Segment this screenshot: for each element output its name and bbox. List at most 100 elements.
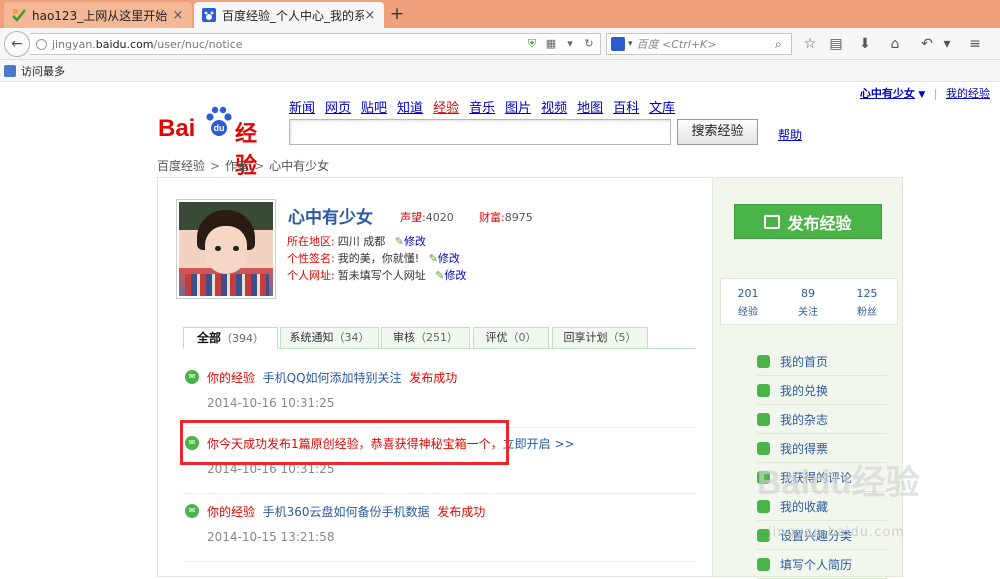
chart-icon (757, 442, 770, 455)
back-button[interactable]: ← (4, 31, 30, 57)
tab-title: 百度经验_个人中心_我的系... (222, 8, 364, 23)
sidebar-item-home[interactable]: 我的首页 (757, 348, 887, 376)
star-icon (757, 500, 770, 513)
nav-zhidao[interactable]: 知道 (397, 97, 423, 116)
stat-following[interactable]: 89 关注 (783, 287, 833, 318)
notice-text: 你的经验 (207, 371, 256, 385)
search-icon[interactable]: ⌕ (775, 37, 791, 52)
magazine-icon (757, 413, 770, 426)
sidebar-item-interests[interactable]: 设置兴趣分类 (757, 522, 887, 550)
sidebar-item-votes[interactable]: 我的得票 (757, 435, 887, 463)
close-tab-icon[interactable]: × (172, 8, 184, 23)
nav-music[interactable]: 音乐 (469, 97, 495, 116)
breadcrumb-author[interactable]: 作者 (225, 159, 249, 173)
address-url: jingyan.baidu.com/user/nuc/notice (52, 37, 243, 51)
address-bar[interactable]: jingyan.baidu.com/user/nuc/notice ⛨ ▦ ▾ … (30, 33, 601, 55)
bookmark-most-visited[interactable]: 访问最多 (21, 63, 65, 79)
breadcrumb: 百度经验 > 作者 > 心中有少女 (157, 157, 329, 174)
browser-tab-strip: hao123_上网从这里开始 × 百度经验_个人中心_我的系... × + (0, 0, 1000, 28)
sidebar-item-comments[interactable]: 我获得的评论 (757, 464, 887, 492)
reading-list-icon[interactable]: ▤ (826, 34, 846, 54)
globe-icon (36, 38, 47, 50)
breadcrumb-home[interactable]: 百度经验 (157, 159, 205, 173)
notice-article-link[interactable]: 手机360云盘如何备份手机数据 (263, 505, 430, 519)
bookmark-star-icon[interactable]: ☆ (800, 34, 820, 54)
help-link[interactable]: 帮助 (778, 126, 802, 143)
bookmarks-bar: 访问最多 (0, 60, 1000, 82)
sidebar-item-resume[interactable]: 填写个人简历 (757, 551, 887, 579)
qr-code-icon[interactable]: ▦ (543, 36, 559, 52)
edit-signature-link[interactable]: ✎修改 (429, 252, 460, 265)
website-row: 个人网址: 暂未填写个人网址 ✎修改 (287, 269, 467, 282)
baidu-engine-icon[interactable] (611, 37, 625, 51)
tab-all[interactable]: 全部（394） (183, 327, 278, 349)
my-experience-link[interactable]: 我的经验 (946, 87, 990, 100)
notice-text: 发布成功 (409, 371, 458, 385)
location-row: 所在地区: 四川 成都 ✎修改 (287, 235, 426, 248)
edit-website-link[interactable]: ✎修改 (435, 269, 466, 282)
notice-timestamp: 2014-10-16 10:31:25 (207, 462, 335, 476)
browser-search-bar[interactable]: ▾ 百度 <Ctrl+K> ⌕ (606, 33, 792, 55)
list-item: ✉ 你的经验 手机QQ如何添加特别关注 发布成功 2014-10-16 10:3… (183, 362, 696, 428)
shield-icon[interactable]: ⛨ (524, 36, 540, 52)
tab-share-plan[interactable]: 回享计划（5） (552, 327, 648, 349)
download-icon[interactable]: ⬇ (855, 34, 875, 54)
bookmark-folder-icon (4, 64, 16, 77)
nav-web[interactable]: 网页 (325, 97, 351, 116)
new-tab-button[interactable]: + (386, 4, 408, 24)
dropdown-arrow-icon[interactable]: ▾ (562, 36, 578, 52)
experience-search-input[interactable] (289, 119, 671, 145)
nav-wenku[interactable]: 文库 (649, 97, 675, 116)
stat-fans[interactable]: 125 粉丝 (842, 287, 892, 318)
avatar-photo (179, 202, 273, 296)
notice-tabs: 全部（394） 系统通知（34） 审核（251） 评优（0） 回享计划（5） (183, 326, 696, 349)
user-menu-link[interactable]: 心中有少女 (860, 87, 915, 100)
publish-experience-button[interactable]: 发布经验 (734, 204, 882, 239)
nav-baike[interactable]: 百科 (613, 97, 639, 116)
tab-review[interactable]: 审核（251） (381, 327, 470, 349)
edit-location-link[interactable]: ✎修改 (395, 235, 426, 248)
open-treasure-link[interactable]: 立即开启 >> (503, 437, 575, 451)
browser-tab-hao123[interactable]: hao123_上网从这里开始 × (4, 2, 192, 28)
home-icon[interactable]: ⌂ (885, 34, 905, 54)
home-icon (757, 355, 770, 368)
divider: | (933, 87, 938, 100)
nav-news[interactable]: 新闻 (289, 97, 315, 116)
search-experience-button[interactable]: 搜索经验 (677, 119, 758, 145)
envelope-icon: ✉ (185, 504, 199, 518)
notice-article-link[interactable]: 手机QQ如何添加特别关注 (263, 371, 402, 385)
list-item: ✉ 你今天成功发布1篇原创经验，恭喜获得神秘宝箱一个，立即开启 >> 2014-… (183, 428, 696, 494)
baidu-paw-favicon-icon (202, 8, 216, 22)
nav-tieba[interactable]: 贴吧 (361, 97, 387, 116)
avatar[interactable] (176, 199, 276, 299)
product-nav: 新闻 网页 贴吧 知道 经验 音乐 图片 视频 地图 百科 文库 (289, 97, 685, 116)
sidebar-item-magazine[interactable]: 我的杂志 (757, 406, 887, 434)
chevron-down-icon[interactable]: ▼ (918, 90, 925, 100)
browser-tab-baidu-jingyan[interactable]: 百度经验_个人中心_我的系... × (194, 2, 384, 28)
wealth-stat: 财富:8975 (479, 211, 533, 224)
menu-icon[interactable]: ≡ (965, 34, 985, 54)
notice-timestamp: 2014-10-16 10:31:25 (207, 396, 335, 410)
baidu-jingyan-logo[interactable]: Bai du 经验 (158, 103, 278, 179)
engine-dropdown-icon[interactable]: ▾ (628, 39, 633, 49)
nav-images[interactable]: 图片 (505, 97, 531, 116)
tab-rating[interactable]: 评优（0） (473, 327, 549, 349)
stat-experiences[interactable]: 201 经验 (723, 287, 773, 318)
nav-video[interactable]: 视频 (541, 97, 567, 116)
profile-username: 心中有少女 (288, 208, 373, 228)
breadcrumb-sep: > (254, 159, 265, 173)
envelope-icon: ✉ (185, 436, 199, 450)
pencil-icon: ✎ (394, 235, 404, 248)
close-tab-icon[interactable]: × (364, 8, 376, 23)
undo-dropdown-icon[interactable]: ▾ (937, 34, 957, 54)
nav-jingyan[interactable]: 经验 (433, 97, 459, 116)
reload-icon[interactable]: ↻ (581, 36, 597, 52)
sidebar-item-favorites[interactable]: 我的收藏 (757, 493, 887, 521)
sidebar-item-exchange[interactable]: 我的兑换 (757, 377, 887, 405)
reputation-stat: 声望:4020 (400, 211, 454, 224)
search-placeholder: 百度 <Ctrl+K> (636, 38, 717, 51)
undo-icon[interactable]: ↶ (917, 34, 937, 54)
nav-map[interactable]: 地图 (577, 97, 603, 116)
tab-system[interactable]: 系统通知（34） (280, 327, 379, 349)
baidu-paw-icon: du (206, 106, 232, 136)
